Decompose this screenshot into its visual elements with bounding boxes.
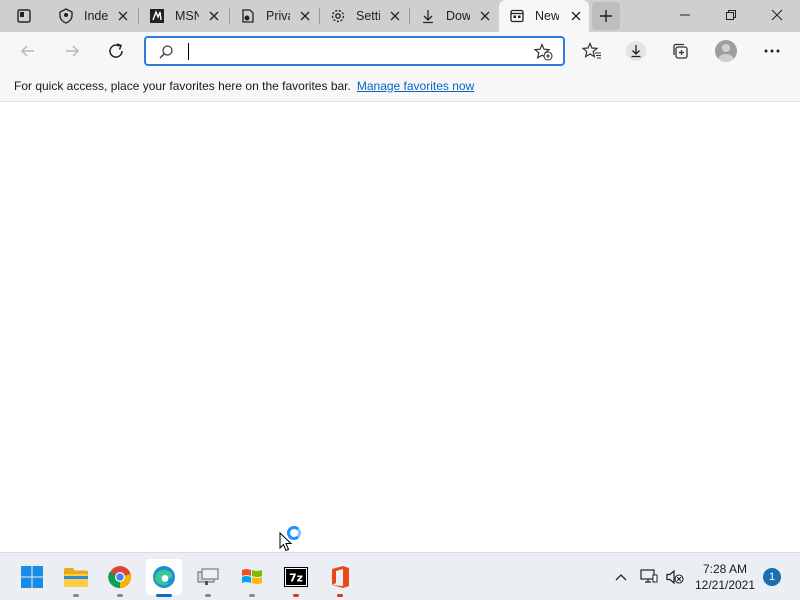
arrow-right-icon xyxy=(66,45,80,57)
close-icon[interactable] xyxy=(298,9,312,23)
favorites-button[interactable] xyxy=(578,37,606,65)
close-icon[interactable] xyxy=(569,9,583,23)
close-icon[interactable] xyxy=(388,9,402,23)
tab-actions-icon xyxy=(17,9,31,23)
chrome-icon xyxy=(108,566,131,589)
browser-toolbar xyxy=(0,32,800,70)
notification-badge[interactable]: 1 xyxy=(763,568,781,586)
favorites-bar-message: For quick access, place your favorites h… xyxy=(14,78,351,93)
tab-downloads[interactable]: Dow xyxy=(410,0,498,32)
taskbar-clock[interactable]: 7:28 AM 12/21/2021 xyxy=(690,561,760,593)
clock-date: 12/21/2021 xyxy=(694,578,756,592)
minimize-button[interactable] xyxy=(662,0,708,30)
show-hidden-icons-button[interactable] xyxy=(610,566,632,588)
address-input[interactable] xyxy=(186,41,526,61)
svg-text:7z: 7z xyxy=(289,572,303,585)
running-indicator xyxy=(205,594,211,597)
tab-strip: Inde MSN Priva Setti Dow New xyxy=(0,0,800,32)
gear-icon xyxy=(330,8,346,24)
tab-title: MSN xyxy=(175,9,199,23)
avatar xyxy=(715,40,737,62)
favorites-icon xyxy=(582,42,601,59)
network-icon xyxy=(640,569,658,583)
arrow-left-icon xyxy=(20,45,34,57)
search-icon xyxy=(158,44,174,65)
tab-index[interactable]: Inde xyxy=(48,0,136,32)
tab-title: Inde xyxy=(84,9,108,23)
settings-more-button[interactable] xyxy=(758,37,786,65)
download-icon xyxy=(626,41,646,61)
taskbar-office[interactable] xyxy=(322,559,358,597)
taskbar-chrome[interactable] xyxy=(102,559,138,597)
tab-new-tab[interactable]: New xyxy=(499,0,589,32)
more-icon xyxy=(764,49,780,53)
tab-settings[interactable]: Setti xyxy=(320,0,408,32)
collections-button[interactable] xyxy=(666,37,694,65)
edge-icon xyxy=(153,566,175,588)
network-app-icon xyxy=(197,568,219,585)
privacy-icon xyxy=(240,8,256,24)
back-button[interactable] xyxy=(14,37,42,65)
taskbar-windows-xp-app[interactable] xyxy=(234,559,270,597)
minimize-icon xyxy=(680,14,690,16)
running-indicator xyxy=(293,594,299,597)
tab-title: New xyxy=(535,9,559,23)
windows-start-icon xyxy=(21,566,43,588)
close-window-button[interactable] xyxy=(754,0,800,30)
tab-title: Priva xyxy=(266,9,290,23)
7zip-icon: 7z xyxy=(284,567,308,587)
manage-favorites-link[interactable]: Manage favorites now xyxy=(357,79,474,93)
refresh-button[interactable] xyxy=(102,37,130,65)
downloads-button[interactable] xyxy=(622,37,650,65)
close-icon[interactable] xyxy=(116,9,130,23)
taskbar-file-explorer[interactable] xyxy=(58,559,94,597)
office-icon xyxy=(332,566,349,588)
restore-icon xyxy=(726,10,736,20)
network-tray-button[interactable] xyxy=(638,566,660,588)
collections-icon xyxy=(673,43,688,59)
msn-icon xyxy=(149,8,165,24)
tab-actions-button[interactable] xyxy=(8,5,40,27)
running-indicator xyxy=(117,594,123,597)
running-indicator xyxy=(337,594,343,597)
close-icon[interactable] xyxy=(207,9,221,23)
download-icon xyxy=(420,8,436,24)
restore-button[interactable] xyxy=(708,0,754,30)
running-indicator xyxy=(73,594,79,597)
add-favorite-icon[interactable] xyxy=(533,42,553,66)
close-icon[interactable] xyxy=(478,9,492,23)
tab-privacy[interactable]: Priva xyxy=(230,0,318,32)
address-bar[interactable] xyxy=(144,36,565,66)
volume-muted-icon xyxy=(666,569,684,585)
close-icon xyxy=(771,9,783,21)
busy-spinner-icon xyxy=(287,526,301,540)
tab-msn[interactable]: MSN xyxy=(139,0,227,32)
start-button[interactable] xyxy=(14,559,50,595)
shield-user-icon xyxy=(58,8,74,24)
folder-icon xyxy=(64,568,88,587)
chevron-up-icon xyxy=(615,574,627,581)
refresh-icon xyxy=(109,43,123,58)
plus-icon xyxy=(600,10,612,22)
tab-title: Setti xyxy=(356,9,380,23)
running-indicator xyxy=(156,594,172,597)
windows-flag-icon xyxy=(242,569,262,584)
taskbar-edge[interactable] xyxy=(146,559,182,597)
tab-title: Dow xyxy=(446,9,470,23)
running-indicator xyxy=(249,594,255,597)
forward-button[interactable] xyxy=(58,37,86,65)
taskbar: 7z 7:28 AM 12/21/2021 1 xyxy=(0,552,800,600)
new-tab-icon xyxy=(509,8,525,24)
taskbar-7zip[interactable]: 7z xyxy=(278,559,314,597)
favorites-bar: For quick access, place your favorites h… xyxy=(0,70,800,102)
taskbar-network-app[interactable] xyxy=(190,559,226,597)
new-tab-button[interactable] xyxy=(592,2,620,30)
profile-button[interactable] xyxy=(712,37,740,65)
volume-tray-button[interactable] xyxy=(664,566,686,588)
text-caret xyxy=(188,43,189,60)
page-content xyxy=(0,103,800,552)
clock-time: 7:28 AM xyxy=(702,562,748,576)
